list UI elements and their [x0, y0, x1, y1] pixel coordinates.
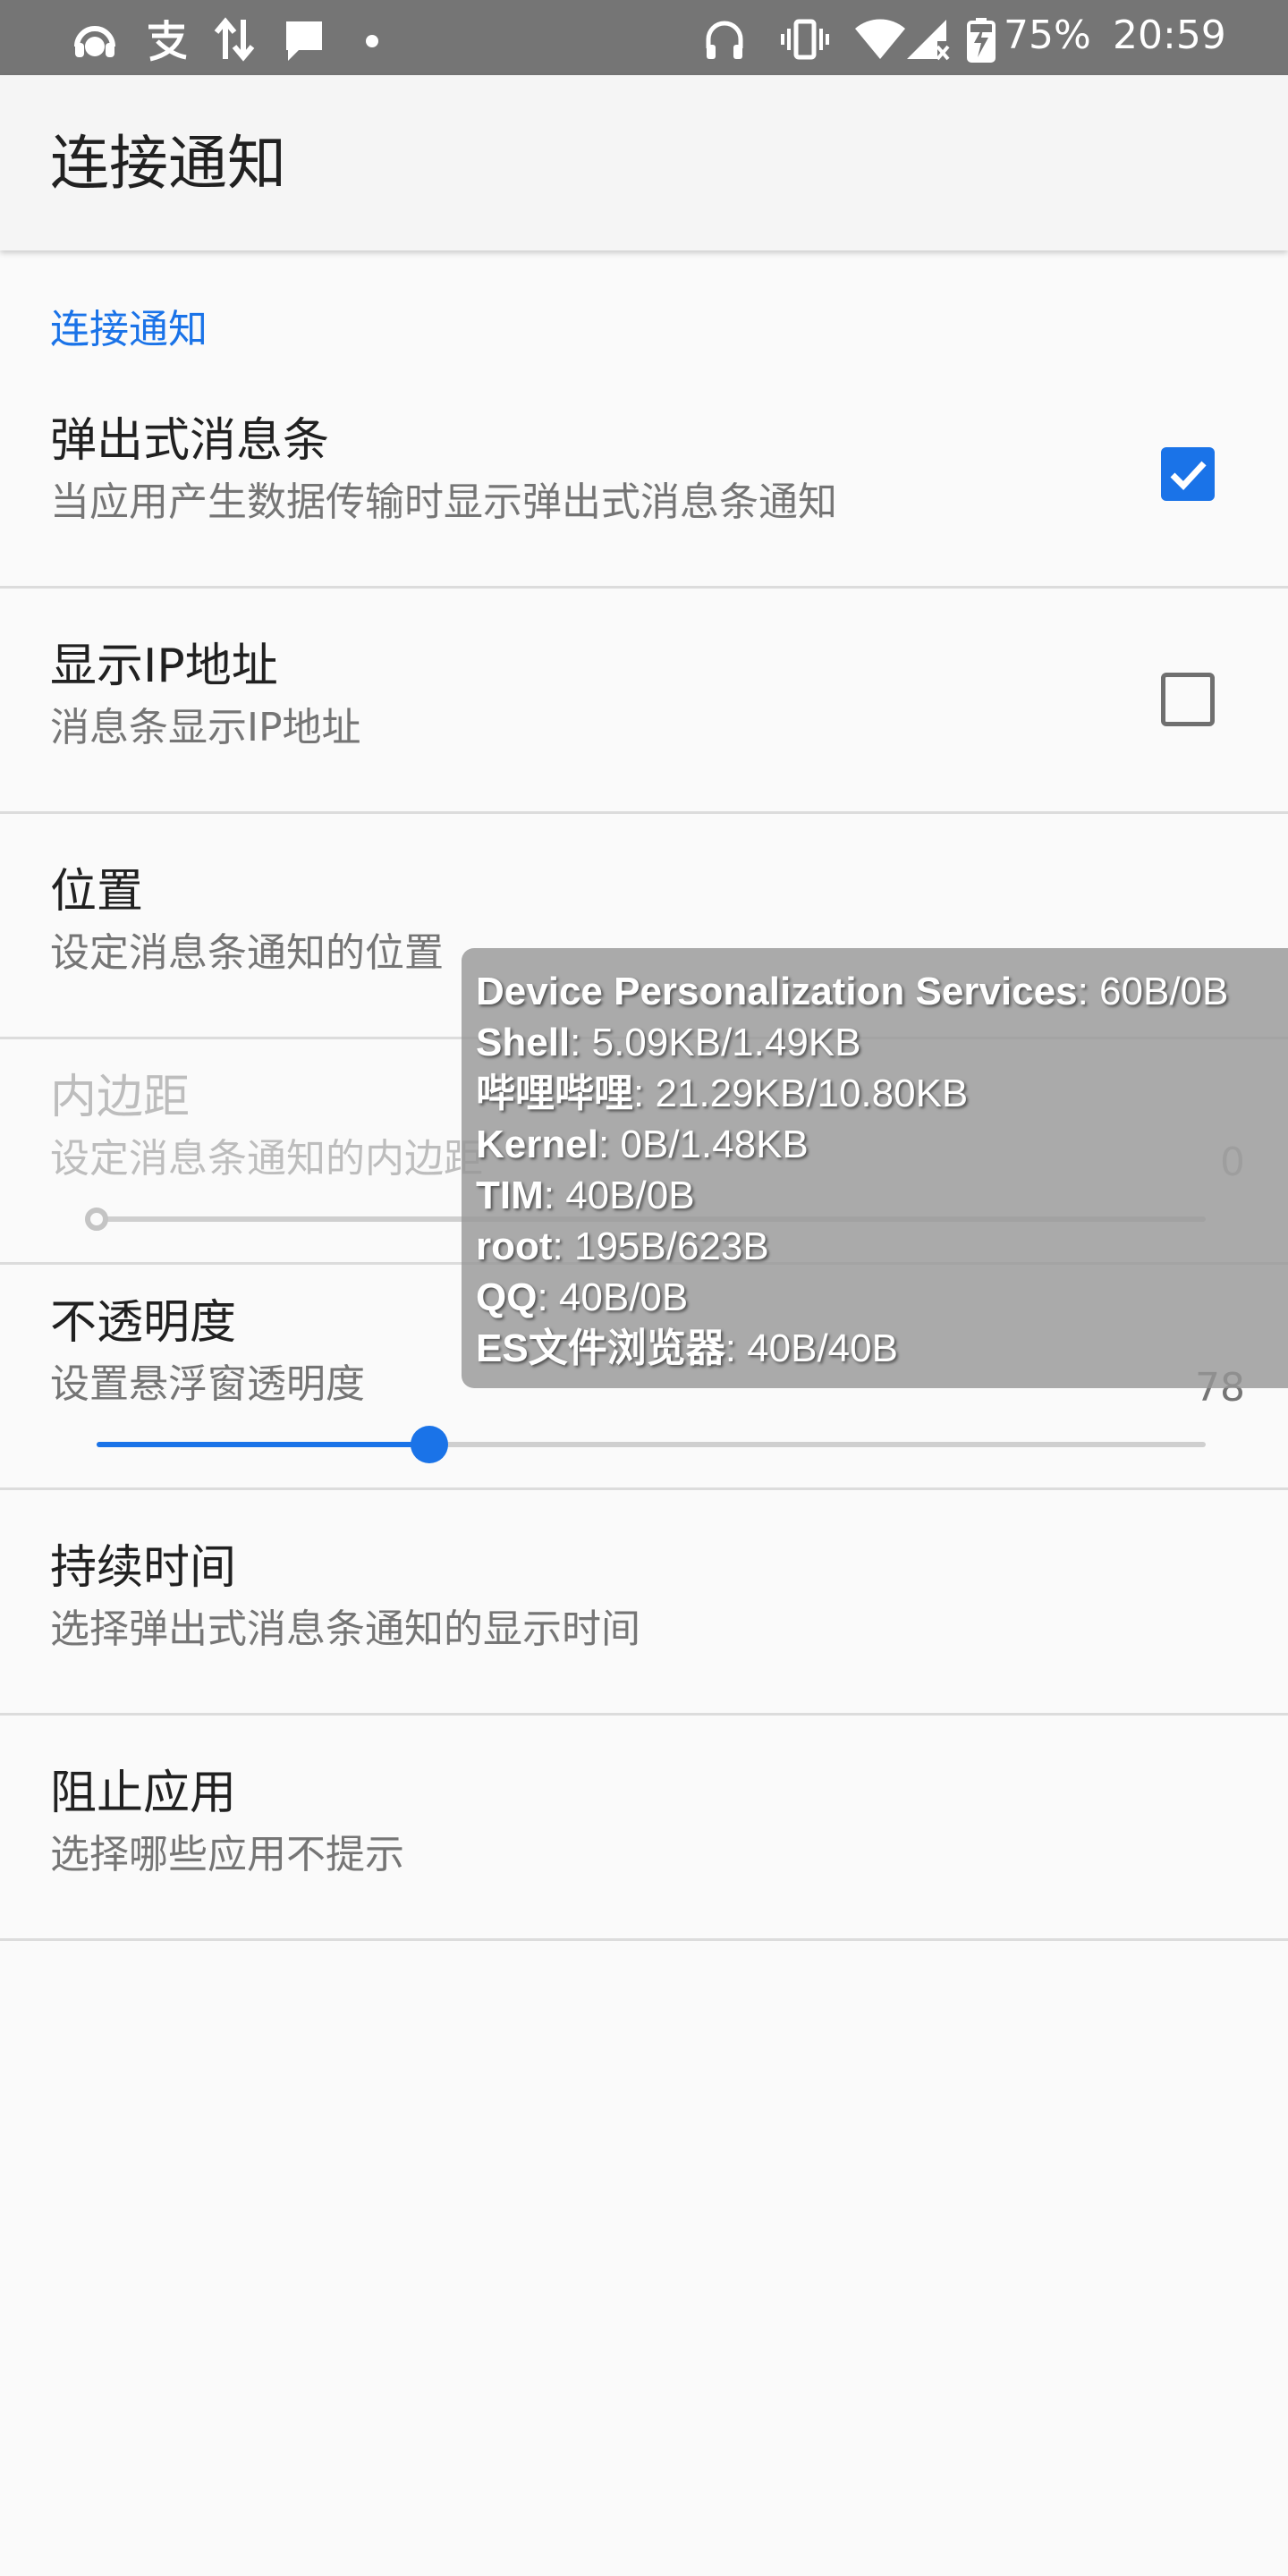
traffic-overlay[interactable]: Device Personalization Services: 60B/0B … [462, 948, 1288, 1388]
overlay-entry: Kernel: 0B/1.48KB [476, 1123, 809, 1166]
app-bar: 连接通知 [0, 75, 1288, 250]
overlay-entry: Shell: 5.09KB/1.49KB [476, 1021, 861, 1064]
battery-percent: 75% [1004, 13, 1091, 58]
pref-summary: 设定消息条通知的内边距 [50, 1136, 483, 1182]
data-transfer-icon [214, 17, 255, 62]
pref-title: 弹出式消息条 [50, 414, 330, 468]
pref-block-apps[interactable]: 阻止应用 选择哪些应用不提示 [0, 1716, 1288, 1941]
pref-title: 不透明度 [50, 1296, 237, 1350]
pref-show-ip[interactable]: 显示IP地址 消息条显示IP地址 [0, 589, 1288, 814]
checkmark-icon [1170, 461, 1207, 491]
pref-summary: 选择弹出式消息条通知的显示时间 [50, 1606, 640, 1652]
pref-title: 显示IP地址 [50, 640, 278, 693]
section-header: 连接通知 [50, 307, 208, 352]
popup-checkbox[interactable] [1161, 447, 1215, 501]
pref-duration[interactable]: 持续时间 选择弹出式消息条通知的显示时间 [0, 1490, 1288, 1716]
vibrate-icon [781, 19, 829, 60]
alipay-icon [148, 20, 187, 62]
clock: 20:59 [1113, 13, 1226, 58]
opacity-slider-fill [97, 1442, 429, 1447]
headphones-icon [706, 21, 743, 59]
pref-popup-notification[interactable]: 弹出式消息条 当应用产生数据传输时显示弹出式消息条通知 [0, 363, 1288, 589]
overlay-entry: root: 195B/623B [476, 1224, 769, 1268]
pref-summary: 消息条显示IP地址 [50, 705, 361, 750]
overlay-entry: ES文件浏览器: 40B/40B [476, 1326, 898, 1370]
opacity-slider-thumb[interactable] [411, 1426, 448, 1463]
pref-title: 持续时间 [50, 1541, 237, 1595]
battery-charging-icon [967, 18, 996, 63]
page-title: 连接通知 [50, 129, 286, 198]
show-ip-checkbox[interactable] [1161, 673, 1215, 726]
overlay-entry: 哔哩哔哩: 21.29KB/10.80KB [476, 1072, 969, 1115]
pref-summary: 当应用产生数据传输时显示弹出式消息条通知 [50, 479, 837, 525]
chat-bubble-icon [286, 21, 322, 61]
padding-slider-thumb [85, 1208, 108, 1231]
pref-title: 内边距 [50, 1071, 191, 1124]
dot-icon [366, 35, 378, 47]
signal-icon [907, 20, 950, 61]
overlay-entry: Device Personalization Services: 60B/0B [476, 970, 1229, 1013]
pref-title: 位置 [50, 865, 144, 919]
pref-summary: 设定消息条通知的位置 [50, 930, 444, 976]
pref-summary: 设置悬浮窗透明度 [50, 1361, 365, 1407]
pref-title: 阻止应用 [50, 1767, 237, 1820]
overlay-entry: TIM: 40B/0B [476, 1174, 695, 1217]
music-app-icon [74, 26, 115, 57]
wifi-icon [855, 19, 905, 59]
status-bar: 75% 20:59 [0, 0, 1288, 75]
pref-summary: 选择哪些应用不提示 [50, 1832, 404, 1877]
opacity-slider[interactable] [97, 1442, 1206, 1447]
overlay-entry: QQ: 40B/0B [476, 1275, 689, 1319]
